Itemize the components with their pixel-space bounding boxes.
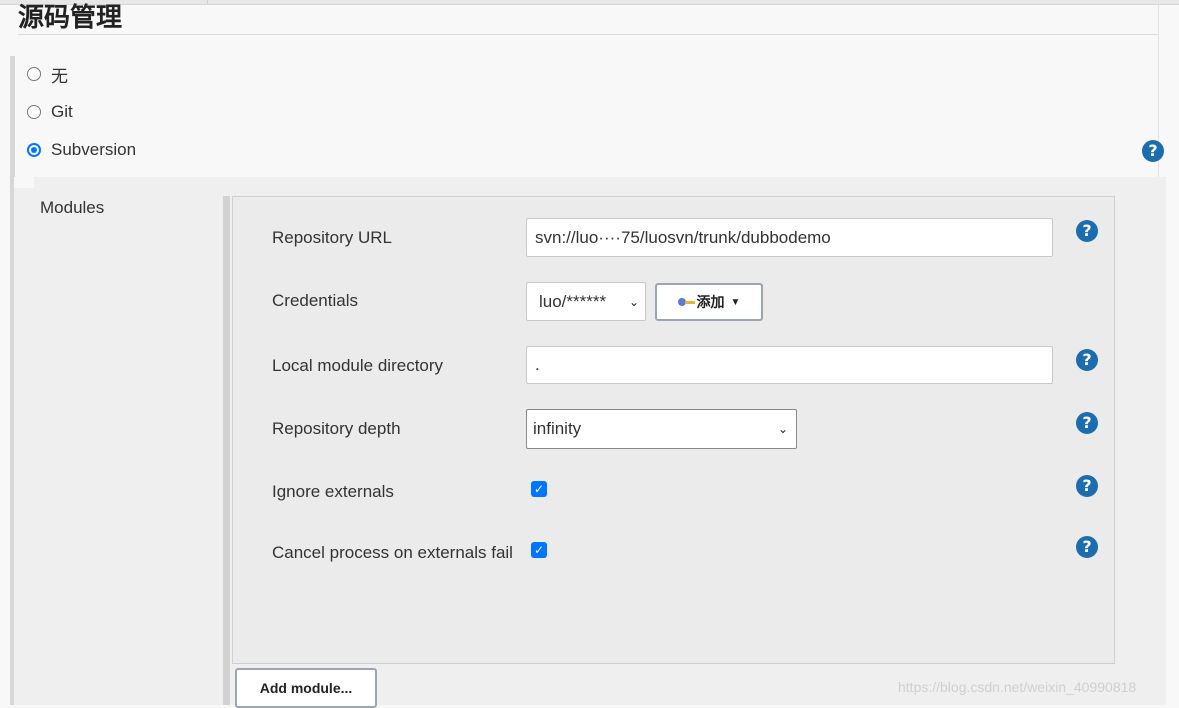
repository-url-label: Repository URL <box>272 228 392 247</box>
modules-indent-bar <box>223 196 230 705</box>
help-icon[interactable]: ? <box>1142 140 1164 162</box>
help-icon[interactable]: ? <box>1076 412 1098 434</box>
radio-git[interactable] <box>27 105 41 119</box>
scm-option-git[interactable]: Git <box>27 102 73 122</box>
help-icon[interactable]: ? <box>1076 220 1098 242</box>
radio-subversion[interactable] <box>27 143 41 157</box>
add-module-label: Add module... <box>259 680 353 696</box>
local-module-directory-input[interactable]: . <box>526 346 1053 384</box>
repository-depth-label: Repository depth <box>272 419 401 438</box>
scm-option-subversion[interactable]: Subversion <box>27 140 136 160</box>
caret-down-icon: ▼ <box>730 296 741 308</box>
ignore-externals-label: Ignore externals <box>272 482 394 501</box>
section-title: 源码管理 <box>18 2 123 32</box>
help-icon[interactable]: ? <box>1076 349 1098 371</box>
radio-none[interactable] <box>27 67 41 81</box>
local-module-directory-label: Local module directory <box>272 356 444 375</box>
key-icon <box>677 297 696 307</box>
modules-label: Modules <box>40 198 105 217</box>
credentials-label: Credentials <box>272 291 358 310</box>
chevron-down-icon: ⌄ <box>777 422 788 436</box>
scm-option-label: Subversion <box>51 140 137 159</box>
add-module-button[interactable]: Add module... <box>235 668 377 708</box>
top-bar <box>0 0 1179 5</box>
ignore-externals-checkbox[interactable]: ✓ <box>531 481 547 497</box>
subversion-config-notch <box>14 177 34 188</box>
scm-option-label: Git <box>51 102 73 121</box>
help-icon[interactable]: ? <box>1076 475 1098 497</box>
repository-depth-value: infinity <box>533 419 582 438</box>
watermark: https://blog.csdn.net/weixin_40990818 <box>898 679 1137 695</box>
credentials-select[interactable]: luo/****** ⌄ <box>526 282 646 321</box>
title-divider <box>18 34 1158 35</box>
add-credentials-button[interactable]: 添加 ▼ <box>655 283 763 321</box>
repository-url-input[interactable]: svn://luo····75/luosvn/trunk/dubbodemo <box>526 218 1053 257</box>
top-bar-divider <box>207 0 208 4</box>
add-credentials-label: 添加 <box>696 294 725 310</box>
cancel-process-label: Cancel process on externals fail <box>272 543 513 562</box>
help-icon[interactable]: ? <box>1076 536 1098 558</box>
local-module-directory-value: . <box>535 355 540 374</box>
credentials-value: luo/****** <box>539 291 607 311</box>
repository-depth-select[interactable]: infinity ⌄ <box>526 409 797 449</box>
scm-option-none[interactable]: 无 <box>27 64 68 86</box>
chevron-down-icon: ⌄ <box>628 294 639 309</box>
cancel-process-checkbox[interactable]: ✓ <box>531 542 547 558</box>
repository-url-value: svn://luo····75/luosvn/trunk/dubbodemo <box>535 227 831 247</box>
scm-option-label: 无 <box>51 66 68 86</box>
